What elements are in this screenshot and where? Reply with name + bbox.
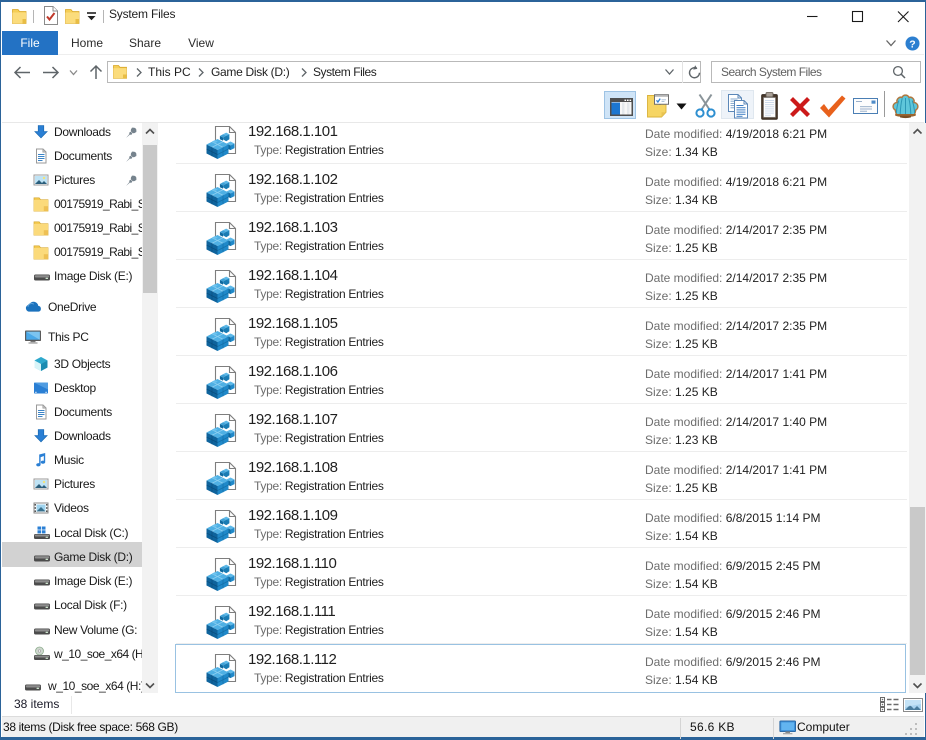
svg-text:?: ? [909,38,915,50]
